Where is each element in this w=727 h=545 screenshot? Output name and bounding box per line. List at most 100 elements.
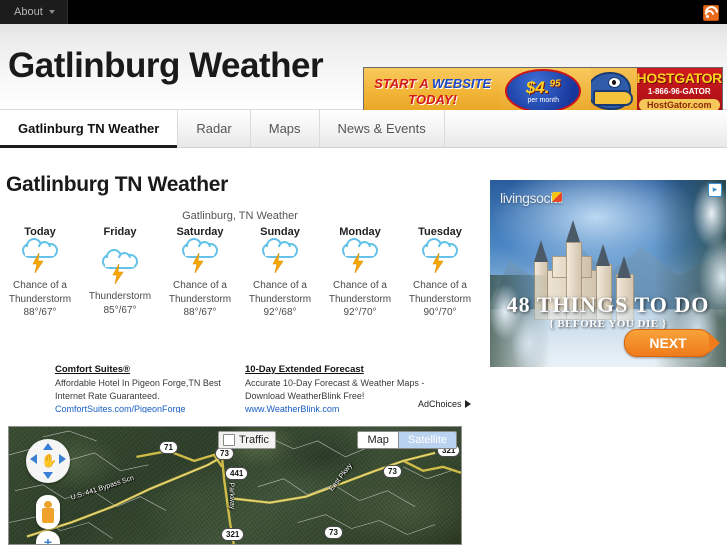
forecast-temps: 88°/67° [183,307,217,318]
text-ad-line2: Internet Rate Guaranteed. [55,390,160,401]
map-type-map-button[interactable]: Map [358,432,398,448]
primary-navigation: Gatlinburg TN Weather Radar Maps News & … [0,110,727,148]
weather-site-page: About Gatlinburg Weather START A WEBSITE… [0,0,727,545]
text-ad[interactable]: 10-Day Extended Forecast Accurate 10-Day… [245,363,430,413]
traffic-toggle[interactable]: Traffic [218,431,276,449]
text-ad-title[interactable]: Comfort Suites® [55,363,240,377]
banner-ad-price: $4. [525,77,550,97]
livingsocial-logo: livingsocial [500,190,563,206]
street-view-pegman-icon[interactable] [36,495,60,529]
forecast-condition-line2: Thunderstorm [168,293,232,305]
site-title[interactable]: Gatlinburg Weather [8,46,324,86]
wordpress-admin-bar: About [0,0,727,24]
adchoices-triangle-icon [464,400,471,408]
hostgator-banner-ad[interactable]: START A WEBSITE TODAY! $4.95 per month H… [363,67,723,115]
tab-maps[interactable]: Maps [251,110,320,147]
banner-ad-brand: HOSTGATOR [636,70,722,86]
forecast-day-name: Monday [339,226,381,238]
tabbar-filler [445,110,727,147]
tab-news-and-events[interactable]: News & Events [320,110,445,147]
forecast-temps: 92°/68° [263,307,297,318]
map-type-switcher[interactable]: Map Satellite [357,431,457,449]
thunderstorm-icon [178,238,222,275]
tab-label: Gatlinburg TN Weather [18,121,160,136]
forecast-temps: 88°/67° [23,307,57,318]
forecast-day-name: Sunday [260,226,300,238]
forecast-condition-line1: Chance of a [253,280,307,291]
main-content: Gatlinburg TN Weather Gatlinburg, TN Wea… [0,148,727,545]
pan-down-button[interactable] [43,472,53,479]
forecast-condition-line2: Thunderstorm [88,291,152,302]
banner-ad-line2: TODAY! [408,91,457,107]
banner-ad-phone: 1-866-96-GATOR [647,87,711,96]
traffic-checkbox[interactable] [223,434,235,446]
gator-mascot-icon [591,68,637,114]
forecast-day[interactable]: Sunday Chance of a Thunderstorm 92°/68° [240,226,320,318]
banner-ad-brand-area: HOSTGATOR 1-866-96-GATOR HostGator.com [636,68,722,114]
forecast-temps: 90°/70° [423,307,457,318]
map-highway-shield: 71 [159,441,178,454]
ad-next-button[interactable]: NEXT [624,329,720,357]
forecast-day-name: Saturday [176,226,224,238]
forecast-condition-line2: Thunderstorm [328,293,392,305]
thunderstorm-icon [18,238,62,275]
tab-label: Radar [196,121,232,136]
pan-control-icon[interactable]: ✋ [26,439,70,483]
forecast-widget: Gatlinburg, TN Weather Today Chance of a… [0,210,480,335]
text-ad-line1: Accurate 10-Day Forecast & Weather Maps … [245,377,425,388]
pan-left-button[interactable] [30,454,37,464]
forecast-days: Today Chance of a Thunderstorm 88°/67° F… [0,226,480,318]
text-ad-url[interactable]: ComfortSuites.com/PigeonForge [55,403,240,413]
pan-up-button[interactable] [43,443,53,450]
forecast-caption: Gatlinburg, TN Weather [182,210,298,222]
about-menu[interactable]: About [0,0,68,24]
google-map[interactable]: U.S. 441 Bypass Scn Parkway East Pkwy 71… [8,426,462,545]
text-ad-line1: Affordable Hotel In Pigeon Forge,TN Best [55,377,221,388]
banner-ad-price-badge: $4.95 per month [505,69,582,113]
adchoices-label: AdChoices [418,399,462,409]
map-zoom-in-button[interactable]: + [36,531,60,544]
forecast-condition-line2: Thunderstorm [408,293,472,305]
forecast-day[interactable]: Tuesday Chance of a Thunderstorm 90°/70° [400,226,480,318]
banner-ad-per-month: per month [527,96,559,104]
google-text-ads: Comfort Suites® Affordable Hotel In Pige… [55,363,485,413]
forecast-day[interactable]: Friday Thunderstorm 85°/67° [80,226,160,318]
map-road-label: Parkway [227,482,236,510]
pan-hand-icon[interactable]: ✋ [41,453,57,469]
map-type-satellite-button[interactable]: Satellite [397,432,456,448]
forecast-temps: 92°/70° [343,307,377,318]
forecast-condition-line1: Chance of a [333,280,387,291]
text-ad-url[interactable]: www.WeatherBlink.com [245,403,430,413]
thunderstorm-icon [418,238,462,275]
forecast-day[interactable]: Monday Chance of a Thunderstorm 92°/70° [320,226,400,318]
tab-label: Maps [268,121,301,136]
pan-right-button[interactable] [59,454,66,464]
tab-gatlinburg-tn-weather[interactable]: Gatlinburg TN Weather [0,110,179,148]
map-highway-shield: 73 [324,526,343,539]
banner-ad-price-cents: 95 [549,77,561,89]
forecast-condition-line1: Chance of a [13,280,67,291]
forecast-condition-line1: Chance of a [173,280,227,291]
forecast-day[interactable]: Saturday Chance of a Thunderstorm 88°/67… [160,226,240,318]
tab-label: News & Events [337,121,426,136]
thunderstorm-icon [98,249,142,286]
adchoices-link[interactable]: AdChoices [418,399,471,409]
map-highway-shield: 321 [221,528,245,541]
rss-feed-icon[interactable] [703,5,719,21]
page-title: Gatlinburg TN Weather [6,173,228,196]
banner-ad-line1-b: WEBSITE [431,75,492,91]
thunderstorm-icon [338,238,382,275]
chevron-down-icon [48,10,55,14]
forecast-day[interactable]: Today Chance of a Thunderstorm 88°/67° [0,226,80,318]
forecast-day-name: Today [24,226,56,238]
text-ad[interactable]: Comfort Suites® Affordable Hotel In Pige… [55,363,240,413]
tab-radar[interactable]: Radar [178,110,251,147]
ad-info-icon[interactable]: ▸ [708,183,722,197]
banner-ad-price-area: $4.95 per month [501,68,592,114]
forecast-condition-line2: Thunderstorm [248,293,312,305]
forecast-temps: 85°/67° [103,304,137,316]
text-ad-line2: Download WeatherBlink Free! [245,390,365,401]
livingsocial-sidebar-ad[interactable]: livingsocial 48 THINGS TO DO { BEFORE YO… [490,180,726,367]
ad-headline: 48 THINGS TO DO [506,292,710,317]
text-ad-title[interactable]: 10-Day Extended Forecast [245,363,430,377]
